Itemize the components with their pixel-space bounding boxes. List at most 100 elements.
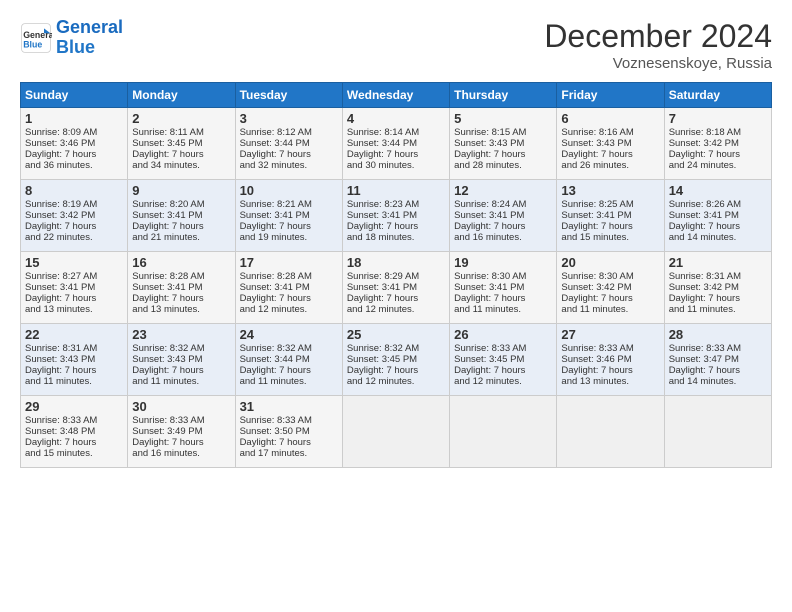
- cell-info-line: and 15 minutes.: [561, 232, 659, 243]
- cell-info-line: and 12 minutes.: [454, 376, 552, 387]
- cell-info-line: Daylight: 7 hours: [132, 293, 230, 304]
- calendar-cell: [664, 396, 771, 468]
- cell-info-line: Sunrise: 8:32 AM: [240, 343, 338, 354]
- cell-info-line: Sunrise: 8:18 AM: [669, 127, 767, 138]
- cell-info-line: Daylight: 7 hours: [561, 293, 659, 304]
- cell-info-line: Sunset: 3:45 PM: [347, 354, 445, 365]
- day-number: 10: [240, 183, 338, 198]
- day-number: 20: [561, 255, 659, 270]
- day-header-wednesday: Wednesday: [342, 83, 449, 108]
- cell-info-line: and 14 minutes.: [669, 376, 767, 387]
- calendar-cell: [557, 396, 664, 468]
- cell-info-line: Sunrise: 8:33 AM: [132, 415, 230, 426]
- cell-info-line: Daylight: 7 hours: [561, 221, 659, 232]
- cell-info-line: Daylight: 7 hours: [669, 221, 767, 232]
- cell-info-line: and 28 minutes.: [454, 160, 552, 171]
- cell-info-line: Daylight: 7 hours: [25, 149, 123, 160]
- cell-info-line: Sunrise: 8:33 AM: [669, 343, 767, 354]
- calendar-cell: 5Sunrise: 8:15 AMSunset: 3:43 PMDaylight…: [450, 108, 557, 180]
- calendar-table: SundayMondayTuesdayWednesdayThursdayFrid…: [20, 82, 772, 468]
- day-number: 23: [132, 327, 230, 342]
- calendar-cell: 4Sunrise: 8:14 AMSunset: 3:44 PMDaylight…: [342, 108, 449, 180]
- cell-info-line: Sunset: 3:41 PM: [454, 282, 552, 293]
- calendar-cell: 19Sunrise: 8:30 AMSunset: 3:41 PMDayligh…: [450, 252, 557, 324]
- calendar-cell: 31Sunrise: 8:33 AMSunset: 3:50 PMDayligh…: [235, 396, 342, 468]
- cell-info-line: Daylight: 7 hours: [240, 365, 338, 376]
- day-number: 16: [132, 255, 230, 270]
- cell-info-line: and 13 minutes.: [132, 304, 230, 315]
- cell-info-line: Sunrise: 8:19 AM: [25, 199, 123, 210]
- calendar-cell: 1Sunrise: 8:09 AMSunset: 3:46 PMDaylight…: [21, 108, 128, 180]
- week-row-5: 29Sunrise: 8:33 AMSunset: 3:48 PMDayligh…: [21, 396, 772, 468]
- day-header-thursday: Thursday: [450, 83, 557, 108]
- cell-info-line: Daylight: 7 hours: [25, 365, 123, 376]
- page: General Blue GeneralBlue December 2024 V…: [0, 0, 792, 478]
- logo-text: GeneralBlue: [56, 18, 123, 58]
- day-number: 18: [347, 255, 445, 270]
- cell-info-line: and 16 minutes.: [454, 232, 552, 243]
- cell-info-line: Sunset: 3:41 PM: [669, 210, 767, 221]
- day-number: 22: [25, 327, 123, 342]
- cell-info-line: Sunrise: 8:27 AM: [25, 271, 123, 282]
- cell-info-line: Daylight: 7 hours: [669, 365, 767, 376]
- cell-info-line: Sunrise: 8:31 AM: [669, 271, 767, 282]
- cell-info-line: Sunset: 3:41 PM: [347, 282, 445, 293]
- cell-info-line: and 11 minutes.: [561, 304, 659, 315]
- calendar-cell: 9Sunrise: 8:20 AMSunset: 3:41 PMDaylight…: [128, 180, 235, 252]
- cell-info-line: and 11 minutes.: [240, 376, 338, 387]
- day-number: 14: [669, 183, 767, 198]
- week-row-2: 8Sunrise: 8:19 AMSunset: 3:42 PMDaylight…: [21, 180, 772, 252]
- cell-info-line: Sunrise: 8:30 AM: [454, 271, 552, 282]
- day-number: 21: [669, 255, 767, 270]
- cell-info-line: and 19 minutes.: [240, 232, 338, 243]
- cell-info-line: Sunset: 3:42 PM: [25, 210, 123, 221]
- cell-info-line: and 12 minutes.: [347, 304, 445, 315]
- calendar-cell: 18Sunrise: 8:29 AMSunset: 3:41 PMDayligh…: [342, 252, 449, 324]
- location: Voznesenskoye, Russia: [544, 55, 772, 72]
- calendar-cell: 2Sunrise: 8:11 AMSunset: 3:45 PMDaylight…: [128, 108, 235, 180]
- cell-info-line: Sunrise: 8:28 AM: [240, 271, 338, 282]
- day-number: 12: [454, 183, 552, 198]
- day-number: 11: [347, 183, 445, 198]
- cell-info-line: and 12 minutes.: [240, 304, 338, 315]
- cell-info-line: Sunset: 3:44 PM: [240, 354, 338, 365]
- cell-info-line: Sunrise: 8:15 AM: [454, 127, 552, 138]
- cell-info-line: Daylight: 7 hours: [454, 149, 552, 160]
- week-row-1: 1Sunrise: 8:09 AMSunset: 3:46 PMDaylight…: [21, 108, 772, 180]
- calendar-cell: 16Sunrise: 8:28 AMSunset: 3:41 PMDayligh…: [128, 252, 235, 324]
- day-number: 9: [132, 183, 230, 198]
- cell-info-line: Daylight: 7 hours: [454, 293, 552, 304]
- day-number: 1: [25, 111, 123, 126]
- cell-info-line: Daylight: 7 hours: [240, 221, 338, 232]
- month-title: December 2024: [544, 18, 772, 55]
- day-number: 26: [454, 327, 552, 342]
- cell-info-line: Daylight: 7 hours: [669, 293, 767, 304]
- cell-info-line: Daylight: 7 hours: [132, 221, 230, 232]
- cell-info-line: Sunset: 3:42 PM: [561, 282, 659, 293]
- calendar-cell: 21Sunrise: 8:31 AMSunset: 3:42 PMDayligh…: [664, 252, 771, 324]
- day-number: 27: [561, 327, 659, 342]
- cell-info-line: Sunset: 3:45 PM: [454, 354, 552, 365]
- day-number: 17: [240, 255, 338, 270]
- title-area: December 2024 Voznesenskoye, Russia: [544, 18, 772, 72]
- cell-info-line: Daylight: 7 hours: [347, 293, 445, 304]
- day-header-monday: Monday: [128, 83, 235, 108]
- cell-info-line: Sunset: 3:43 PM: [454, 138, 552, 149]
- day-number: 4: [347, 111, 445, 126]
- cell-info-line: Daylight: 7 hours: [25, 221, 123, 232]
- calendar-cell: 25Sunrise: 8:32 AMSunset: 3:45 PMDayligh…: [342, 324, 449, 396]
- cell-info-line: Daylight: 7 hours: [132, 437, 230, 448]
- cell-info-line: Sunset: 3:42 PM: [669, 282, 767, 293]
- calendar-cell: 23Sunrise: 8:32 AMSunset: 3:43 PMDayligh…: [128, 324, 235, 396]
- cell-info-line: Sunrise: 8:11 AM: [132, 127, 230, 138]
- cell-info-line: Sunset: 3:44 PM: [240, 138, 338, 149]
- cell-info-line: Sunrise: 8:26 AM: [669, 199, 767, 210]
- calendar-cell: [450, 396, 557, 468]
- cell-info-line: Sunrise: 8:32 AM: [347, 343, 445, 354]
- cell-info-line: Sunset: 3:49 PM: [132, 426, 230, 437]
- cell-info-line: Sunrise: 8:12 AM: [240, 127, 338, 138]
- calendar-cell: 7Sunrise: 8:18 AMSunset: 3:42 PMDaylight…: [664, 108, 771, 180]
- cell-info-line: Sunset: 3:48 PM: [25, 426, 123, 437]
- cell-info-line: Sunset: 3:41 PM: [561, 210, 659, 221]
- day-number: 24: [240, 327, 338, 342]
